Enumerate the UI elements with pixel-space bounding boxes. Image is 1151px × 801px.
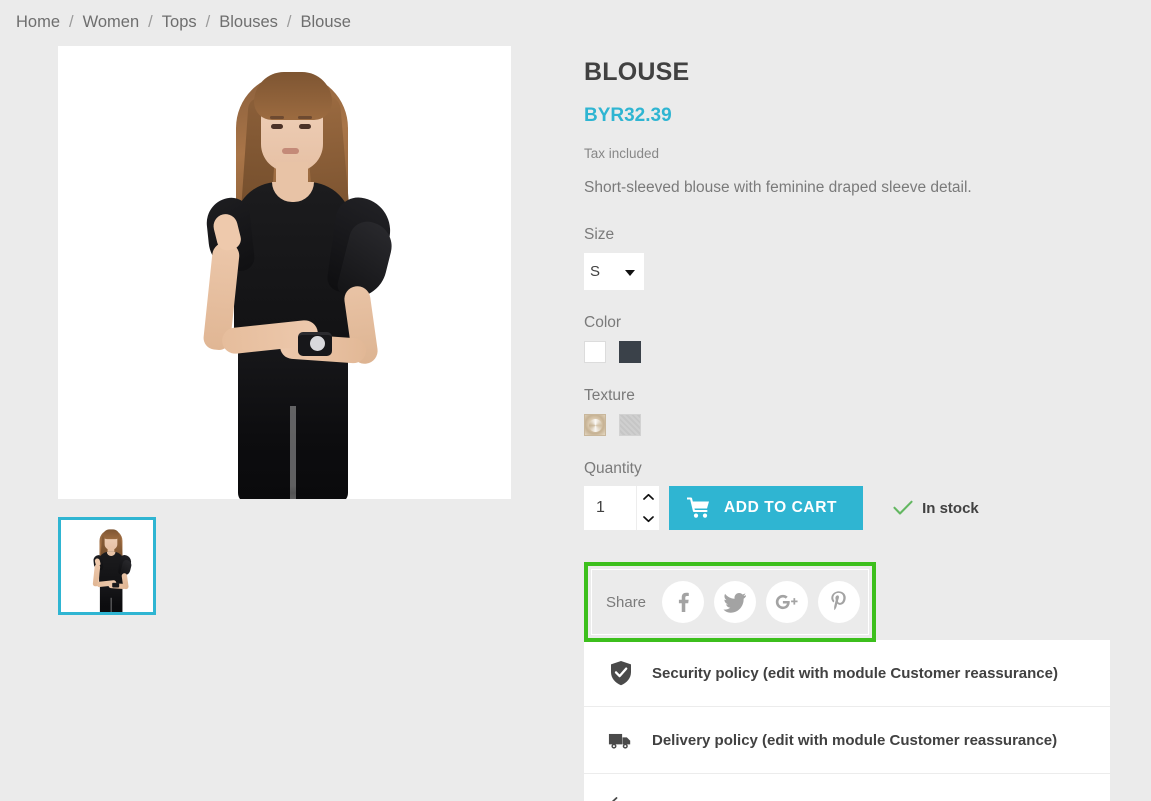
share-highlight-box: Share	[584, 562, 876, 643]
color-swatch-list	[584, 341, 1151, 364]
thumbnail-list	[58, 517, 575, 615]
reassurance-label: Delivery policy (edit with module Custom…	[652, 731, 1058, 749]
reassurance-row-return[interactable]: Return policy (edit with module Customer…	[584, 774, 1110, 801]
color-swatch-white[interactable]	[584, 341, 606, 364]
purchase-section: Quantity 1 ADD TO CART In stock	[584, 460, 1151, 531]
breadcrumb-item-home[interactable]: Home	[16, 13, 60, 32]
twitter-icon	[723, 593, 747, 613]
product-main-image[interactable]	[58, 46, 511, 499]
reassurance-label: Security policy (edit with module Custom…	[652, 664, 1058, 682]
breadcrumb-separator: /	[69, 12, 74, 31]
attribute-size: Size S M L XL	[584, 226, 1151, 291]
share-pinterest-button[interactable]	[818, 581, 861, 624]
texture-swatch-list	[584, 414, 1151, 437]
chevron-up-icon	[642, 494, 654, 500]
attribute-color: Color	[584, 314, 1151, 364]
breadcrumb-item-blouses[interactable]: Blouses	[219, 13, 278, 32]
quantity-stepper	[636, 486, 659, 531]
texture-swatch-cotton[interactable]	[619, 414, 641, 437]
size-select[interactable]: S M L XL	[584, 253, 644, 291]
product-details: BLOUSE BYR32.39 Tax included Short-sleev…	[575, 42, 1151, 643]
color-label: Color	[584, 314, 622, 332]
breadcrumb-item-women[interactable]: Women	[83, 13, 140, 32]
buy-row: ADD TO CART In stock	[584, 486, 1151, 531]
page-title: BLOUSE	[584, 58, 690, 86]
breadcrumb-item-tops[interactable]: Tops	[162, 13, 197, 32]
add-to-cart-button[interactable]: ADD TO CART	[669, 486, 864, 531]
quantity-input[interactable]	[584, 486, 636, 531]
pinterest-icon	[831, 591, 846, 611]
product-description: Short-sleeved blouse with feminine drape…	[584, 179, 972, 196]
reassurance-row-delivery[interactable]: Delivery policy (edit with module Custom…	[584, 707, 1110, 775]
breadcrumb: Home / Women / Tops / Blouses / Blouse	[0, 0, 1151, 42]
shield-check-icon	[608, 660, 634, 686]
share-twitter-button[interactable]	[714, 581, 757, 624]
delivery-truck-icon	[608, 727, 634, 753]
thumbnail-item-1[interactable]	[58, 517, 156, 615]
breadcrumb-separator: /	[286, 12, 292, 31]
return-arrows-icon	[608, 794, 634, 801]
model-illustration	[58, 46, 511, 499]
share-label: Share	[606, 593, 647, 611]
chevron-down-icon	[642, 516, 654, 523]
breadcrumb-item-current: Blouse	[300, 12, 351, 31]
texture-label: Texture	[584, 387, 635, 405]
attribute-texture: Texture	[584, 387, 1151, 437]
share-facebook-button[interactable]	[662, 581, 705, 624]
breadcrumb-separator: /	[205, 12, 211, 31]
google-plus-icon	[775, 595, 798, 610]
stock-status: In stock	[893, 500, 979, 517]
size-label: Size	[584, 226, 615, 244]
customer-reassurance-block: Security policy (edit with module Custom…	[584, 640, 1110, 801]
reassurance-row-security[interactable]: Security policy (edit with module Custom…	[584, 640, 1110, 708]
thumbnail-photo	[63, 524, 153, 612]
quantity-increase-button[interactable]	[637, 486, 659, 508]
add-to-cart-label: ADD TO CART	[724, 499, 838, 517]
texture-swatch-ceramic[interactable]	[584, 414, 606, 437]
quantity-decrease-button[interactable]	[637, 508, 659, 530]
breadcrumb-separator: /	[148, 12, 153, 31]
product-photo	[58, 46, 511, 499]
check-icon	[893, 500, 913, 515]
size-select-wrapper[interactable]: S M L XL	[584, 253, 644, 291]
product-page: BLOUSE BYR32.39 Tax included Short-sleev…	[0, 42, 1151, 643]
shopping-cart-icon	[687, 497, 709, 518]
color-swatch-black[interactable]	[619, 341, 641, 364]
product-price: BYR32.39	[584, 105, 672, 126]
facebook-icon	[678, 592, 689, 613]
product-gallery	[0, 42, 575, 615]
quantity-label: Quantity	[584, 460, 642, 478]
tax-note: Tax included	[584, 146, 660, 161]
share-block: Share	[591, 569, 869, 636]
share-google-plus-button[interactable]	[766, 581, 809, 624]
status-badge: In stock	[922, 499, 979, 517]
